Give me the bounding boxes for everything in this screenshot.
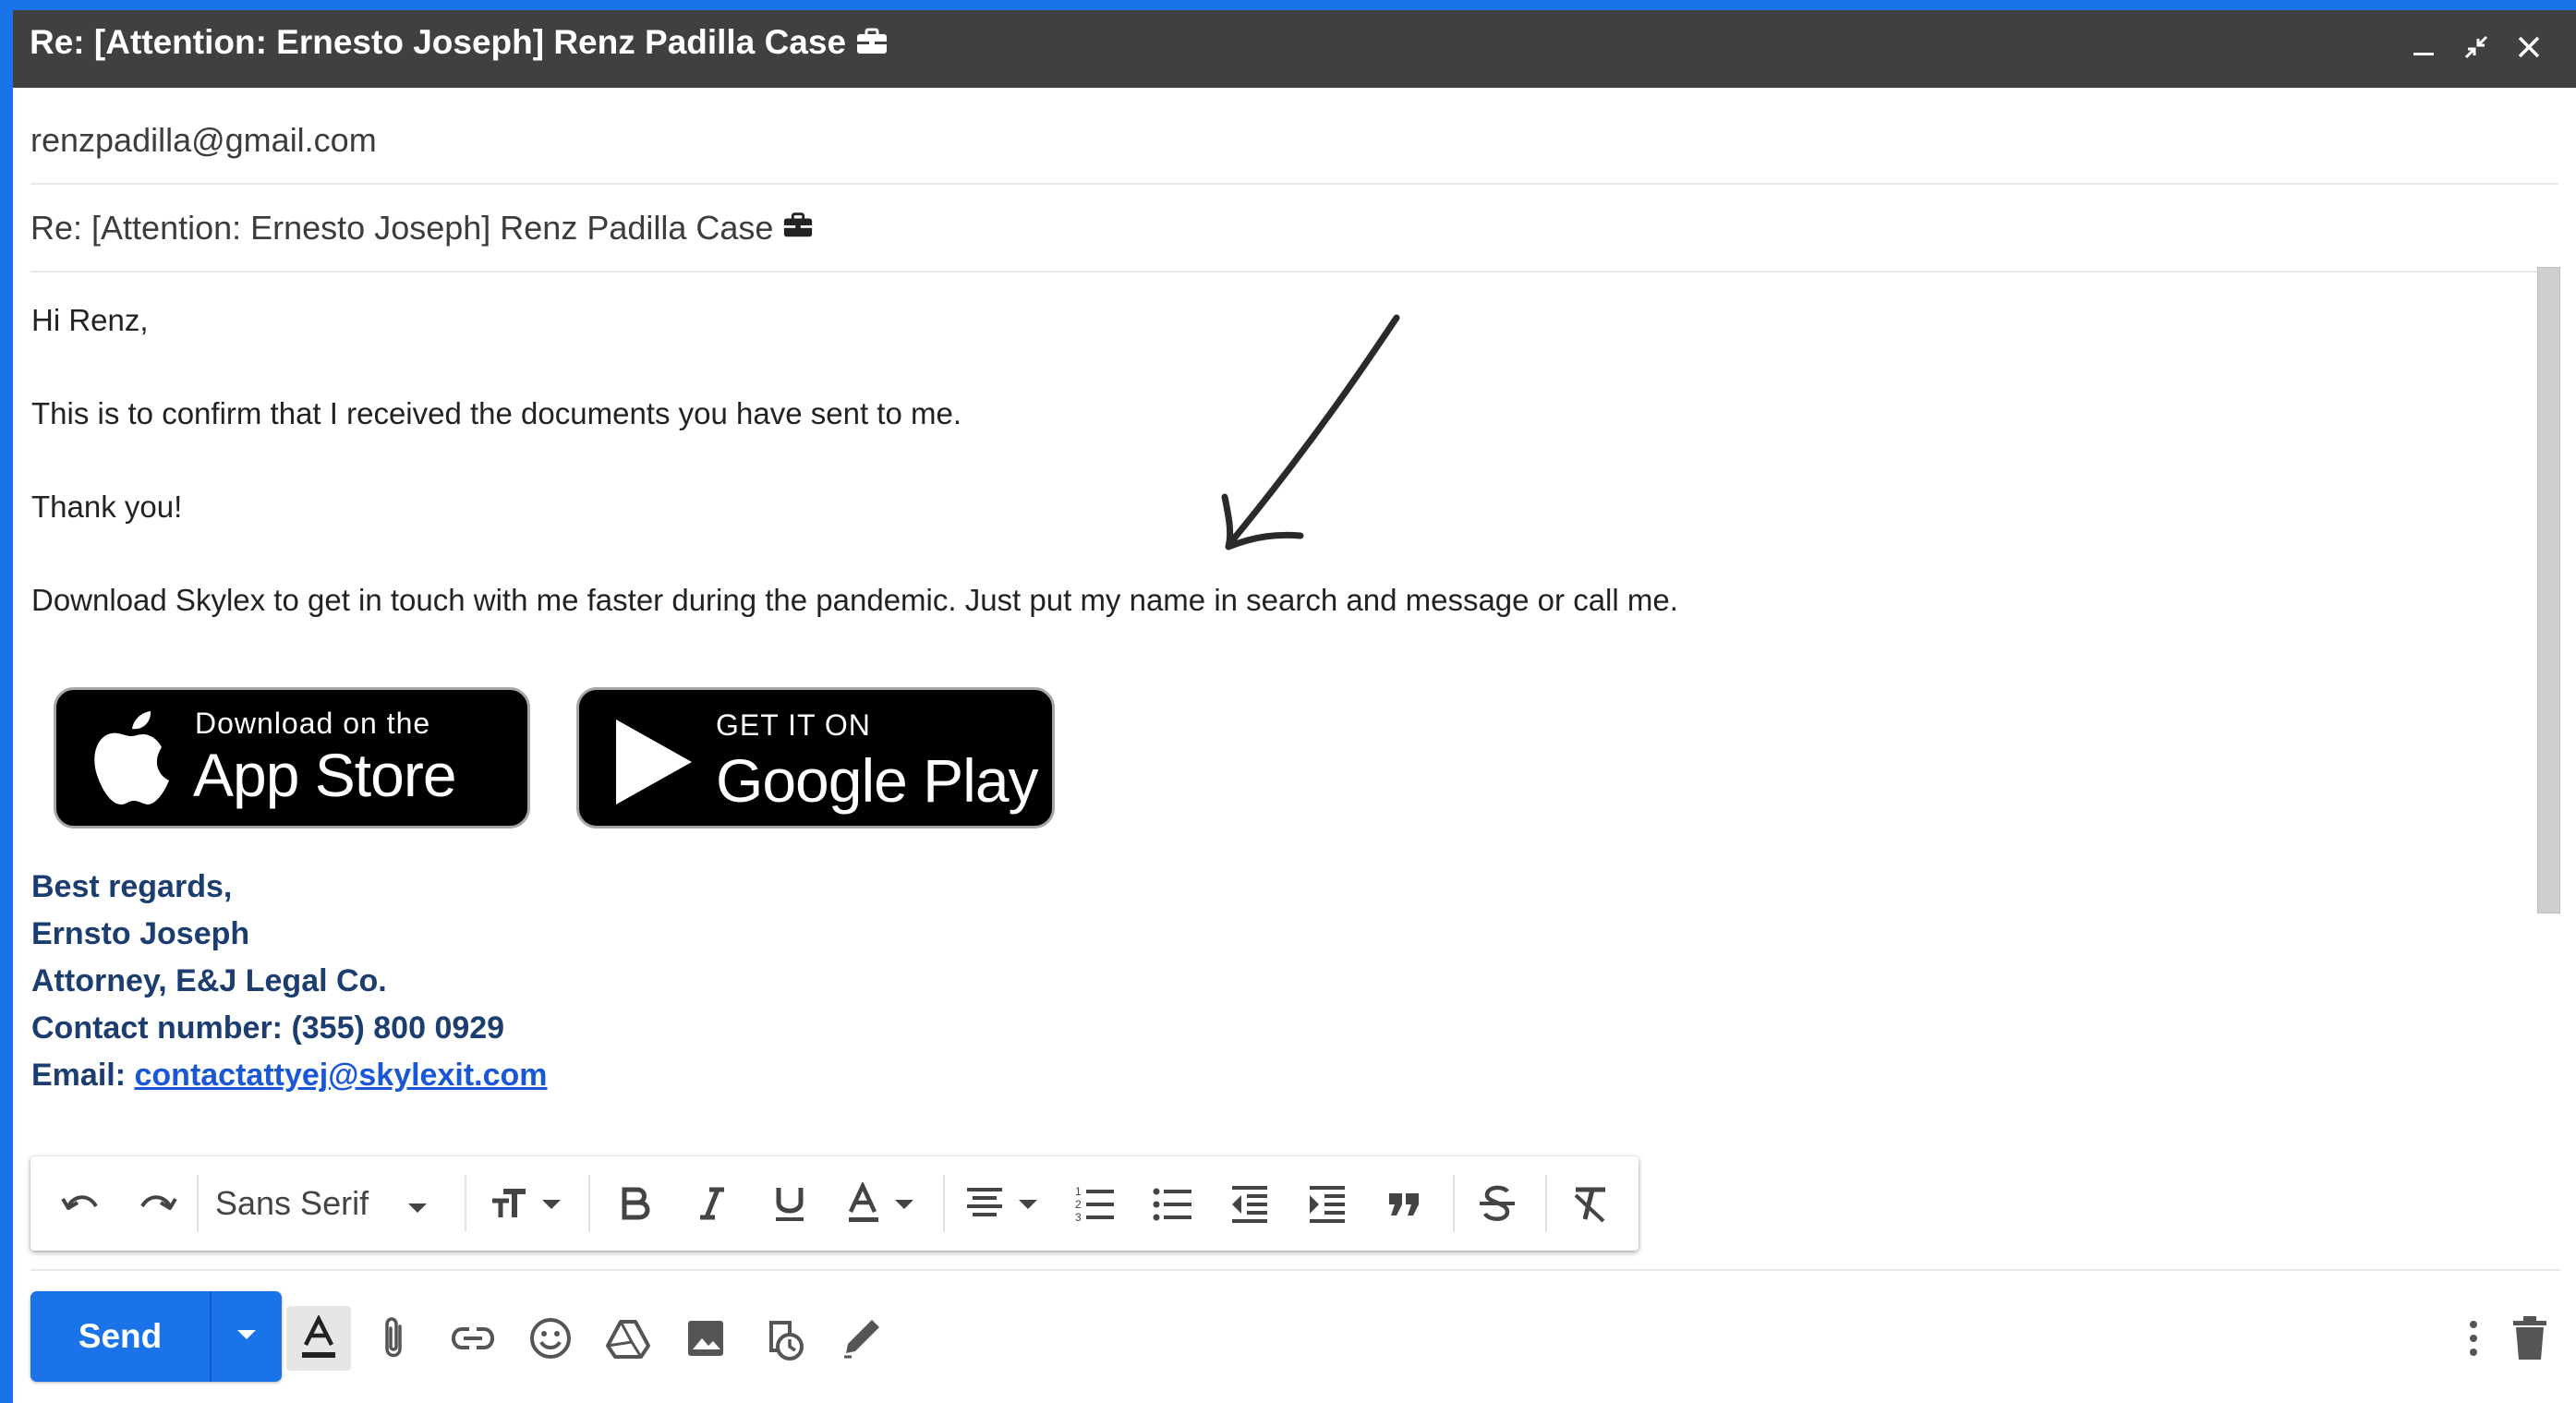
signature-email-row: Email: contactattyej@skylexit.com [31,1052,548,1099]
signature-email-label: Email: [31,1058,127,1093]
indent-less-icon[interactable] [1226,1179,1274,1228]
signature-email-link[interactable]: contactattyej@skylexit.com [135,1058,548,1093]
svg-text:3: 3 [1075,1211,1082,1224]
toolbar-divider [30,1269,2560,1271]
text-size-icon[interactable] [487,1179,572,1228]
chevron-down-icon [407,1184,428,1223]
close-icon[interactable] [2507,25,2551,69]
compose-title: Re: [Attention: Ernesto Joseph] Renz Pad… [30,23,889,64]
numbered-list-icon[interactable]: 123 [1070,1179,1119,1228]
app-store-big-text: App Store [193,741,457,809]
app-store-small-text: Download on the [195,707,431,740]
body-greeting: Hi Renz, [31,303,149,337]
quote-icon[interactable] [1381,1179,1429,1228]
subject-field[interactable]: Re: [Attention: Ernesto Joseph] Renz Pad… [30,186,2558,272]
email-signature: Best regards, Ernsto Joseph Attorney, E&… [31,864,548,1099]
body-line-1: This is to confirm that I received the d… [31,396,961,430]
google-play-big-text: Google Play [716,746,1039,815]
briefcase-icon [855,25,889,64]
signature-icon[interactable] [835,1312,887,1364]
redo-icon[interactable] [134,1179,182,1228]
toolbar-separator [588,1175,590,1232]
signature-name: Ernsto Joseph [31,916,250,951]
arrow-icon [1221,314,1400,550]
compose-window: Re: [Attention: Ernesto Joseph] Renz Pad… [13,10,2576,1403]
undo-icon[interactable] [56,1179,104,1228]
formatting-toolbar: Sans Serif 123 [30,1156,1639,1251]
body-line-3: Download Skylex to get in touch with me … [31,583,1678,617]
compose-titlebar[interactable]: Re: [Attention: Ernesto Joseph] Renz Pad… [13,10,2576,88]
font-select-value: Sans Serif [215,1184,369,1222]
apple-icon [94,711,169,804]
attach-icon[interactable] [369,1312,421,1364]
align-icon[interactable] [963,1179,1048,1228]
google-play-badge[interactable]: GET IT ON Google Play [576,687,1055,828]
discard-icon[interactable] [2504,1312,2556,1364]
confidential-icon[interactable] [757,1312,809,1364]
send-button[interactable]: Send [30,1291,210,1382]
chevron-down-icon [236,1328,257,1346]
recipients-field[interactable]: renzpadilla@gmail.com [30,98,2558,185]
recipients-value: renzpadilla@gmail.com [30,121,377,159]
message-scrollbar[interactable] [2537,267,2560,913]
italic-icon[interactable] [688,1179,736,1228]
toolbar-separator [197,1175,199,1232]
emoji-icon[interactable] [525,1312,576,1364]
bold-icon[interactable] [611,1179,659,1228]
indent-more-icon[interactable] [1303,1179,1351,1228]
signature-closing: Best regards, [31,869,233,904]
more-options-icon[interactable] [2448,1312,2499,1364]
font-select[interactable]: Sans Serif [215,1179,428,1228]
subject-value: Re: [Attention: Ernesto Joseph] Renz Pad… [30,209,774,247]
toolbar-separator [943,1175,945,1232]
toolbar-separator [1453,1175,1455,1232]
compose-title-text: Re: [Attention: Ernesto Joseph] Renz Pad… [30,23,847,61]
app-store-badge[interactable]: Download on the App Store [54,687,530,828]
toolbar-separator [1545,1175,1547,1232]
drive-icon[interactable] [602,1312,654,1364]
body-line-2: Thank you! [31,490,183,524]
underline-icon[interactable] [766,1179,814,1228]
bulleted-list-icon[interactable] [1148,1179,1196,1228]
svg-text:1: 1 [1075,1185,1082,1198]
schedule-send-dropdown[interactable] [212,1291,282,1382]
svg-text:2: 2 [1075,1198,1082,1211]
toolbar-separator [465,1175,466,1232]
link-icon[interactable] [447,1312,499,1364]
google-play-small-text: GET IT ON [716,708,871,742]
formatting-options-icon[interactable] [286,1306,351,1371]
text-color-icon[interactable] [843,1179,921,1228]
photo-icon[interactable] [680,1312,732,1364]
minimize-icon[interactable] [2401,25,2446,69]
strikethrough-icon[interactable] [1473,1179,1521,1228]
signature-contact: Contact number: (355) 800 0929 [31,1010,505,1046]
send-group: Send [30,1291,282,1382]
clear-formatting-icon[interactable] [1566,1179,1614,1228]
briefcase-icon [782,209,814,248]
play-icon [616,720,692,804]
exit-fullscreen-icon[interactable] [2454,25,2498,69]
signature-title: Attorney, E&J Legal Co. [31,963,387,998]
